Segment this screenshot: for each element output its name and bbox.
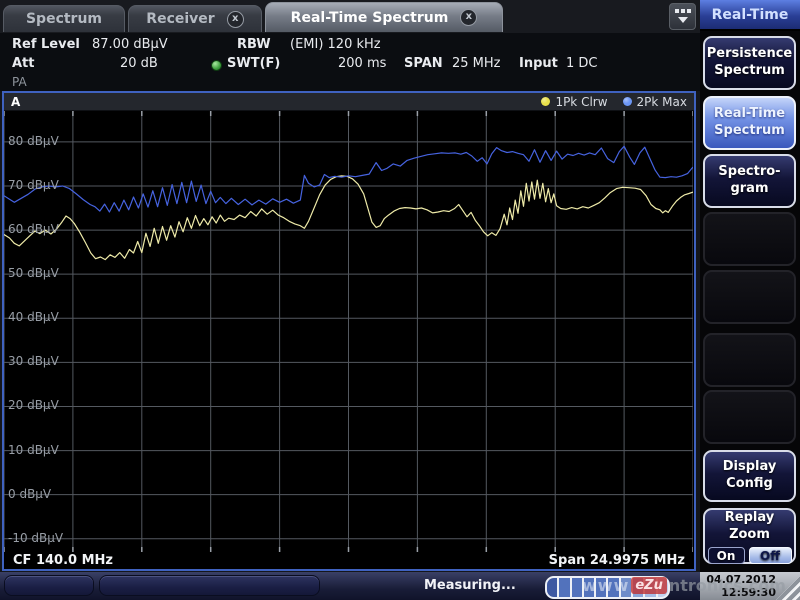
legend-item[interactable]: 2Pk Max (623, 95, 687, 109)
rbw-value: (EMI) 120 kHz (290, 37, 381, 52)
replay-zoom-toggle: On Off (708, 547, 792, 564)
transducer-indicator: PA (12, 75, 27, 89)
y-axis-label: 30 dBµV (8, 354, 59, 368)
tab-label: Real-Time Spectrum (291, 10, 449, 26)
ref-level-label: Ref Level (12, 37, 80, 52)
softkey-sidebar: Real-Time Persistence Spectrum Real-Time … (700, 0, 800, 600)
y-axis-label: 80 dBµV (8, 134, 59, 148)
softkey-empty-5[interactable] (703, 270, 796, 324)
progress-segment (596, 578, 606, 597)
span-value: 25 MHz (452, 56, 501, 71)
tab-label: Receiver (146, 11, 214, 27)
y-axis-label: 40 dBµV (8, 310, 59, 324)
date-value: 04.07.2012 (700, 573, 776, 586)
swt-value: 200 ms (338, 56, 386, 71)
sweep-progress-bar (545, 576, 670, 599)
measurement-settings-bar: Ref Level 87.00 dBµV RBW (EMI) 120 kHz A… (0, 33, 700, 91)
replay-zoom-off-option[interactable]: Off (749, 547, 792, 564)
close-icon[interactable]: x (460, 9, 477, 26)
y-axis-label: 70 dBµV (8, 178, 59, 192)
tab-list-button[interactable] (669, 3, 696, 30)
y-axis-label: 0 dBµV (8, 487, 51, 501)
input-label: Input (519, 56, 558, 71)
window-title-bar: A 1Pk Clrw 2Pk Max (4, 93, 694, 111)
softkey-persistence-spectrum[interactable]: Persistence Spectrum (703, 36, 796, 90)
legend-item[interactable]: 1Pk Clrw (541, 95, 607, 109)
y-axis-label: 60 dBµV (8, 222, 59, 236)
y-axis-label: 10 dBµV (8, 443, 59, 457)
frequency-axis-bar: CF 140.0 MHz Span 24.9975 MHz (4, 552, 694, 569)
progress-segment (645, 578, 655, 597)
att-label: Att (12, 56, 35, 71)
att-value: 20 dB (120, 56, 158, 71)
progress-segment (658, 578, 668, 597)
replay-zoom-button[interactable]: Replay Zoom On Off (703, 508, 796, 564)
progress-segment (608, 578, 618, 597)
softkey-empty-4[interactable] (703, 212, 796, 266)
ref-level-value: 87.00 dBµV (92, 37, 168, 52)
softkey-spectro-gram[interactable]: Spectro- gram (703, 154, 796, 208)
tab-real-time-spectrum[interactable]: Real-Time Spectrum x (265, 2, 503, 32)
y-axis-label: 20 dBµV (8, 398, 59, 412)
trace-legend: 1Pk Clrw 2Pk Max (541, 95, 687, 109)
softkey-menu-title: Real-Time (700, 0, 800, 31)
status-bar: Measuring... (0, 572, 700, 600)
sweep-status-led-icon (211, 60, 222, 71)
tab-list-dots-icon (670, 9, 695, 13)
progress-segment (559, 578, 569, 597)
y-axis-label: -10 dBµV (8, 531, 63, 545)
instrument-screen: Spectrum Receiver x Real-Time Spectrum x Ref… (0, 0, 800, 600)
close-icon[interactable]: x (227, 11, 244, 28)
status-field-message (99, 575, 320, 596)
tab-label: Spectrum (26, 11, 102, 27)
replay-zoom-on-option[interactable]: On (708, 547, 745, 564)
display-config-button[interactable]: Display Config (703, 450, 796, 502)
replay-zoom-label: Replay Zoom (725, 510, 774, 544)
legend-label: 2Pk Max (637, 95, 687, 109)
tab-spectrum[interactable]: Spectrum (3, 5, 125, 32)
trace-color-dot-icon (541, 97, 550, 106)
measuring-status: Measuring... (424, 578, 516, 593)
status-field-left (4, 575, 94, 596)
legend-label: 1Pk Clrw (555, 95, 607, 109)
softkey-empty-6[interactable] (703, 333, 796, 387)
span-readout: Span 24.9975 MHz (549, 553, 685, 568)
spectrum-window: A 1Pk Clrw 2Pk Max 80 dBµV 70 dBµV 60 dBµV 5… (2, 91, 696, 571)
tab-bar: Spectrum Receiver x Real-Time Spectrum x (0, 0, 700, 33)
time-value: 12:59:30 (700, 586, 776, 599)
tab-receiver[interactable]: Receiver x (128, 5, 262, 32)
progress-segment (572, 578, 582, 597)
grid-and-traces (4, 111, 693, 552)
input-value: 1 DC (566, 56, 598, 71)
spectrum-plot: 80 dBµV 70 dBµV 60 dBµV 50 dBµV 40 dBµV 30 dB… (4, 111, 694, 552)
swt-label: SWT(F) (227, 56, 280, 71)
progress-segment (633, 578, 643, 597)
rbw-label: RBW (237, 37, 271, 52)
trace-color-dot-icon (623, 97, 632, 106)
progress-segment (584, 578, 594, 597)
span-label: SPAN (404, 56, 443, 71)
progress-segment (621, 578, 631, 597)
y-axis-label: 50 dBµV (8, 266, 59, 280)
chevron-down-icon (678, 17, 688, 23)
progress-segment (547, 578, 557, 597)
softkey-empty-7[interactable] (703, 390, 796, 444)
center-frequency: CF 140.0 MHz (13, 553, 113, 568)
softkey-real-time-spectrum[interactable]: Real-Time Spectrum (703, 96, 796, 150)
window-id: A (11, 95, 20, 109)
